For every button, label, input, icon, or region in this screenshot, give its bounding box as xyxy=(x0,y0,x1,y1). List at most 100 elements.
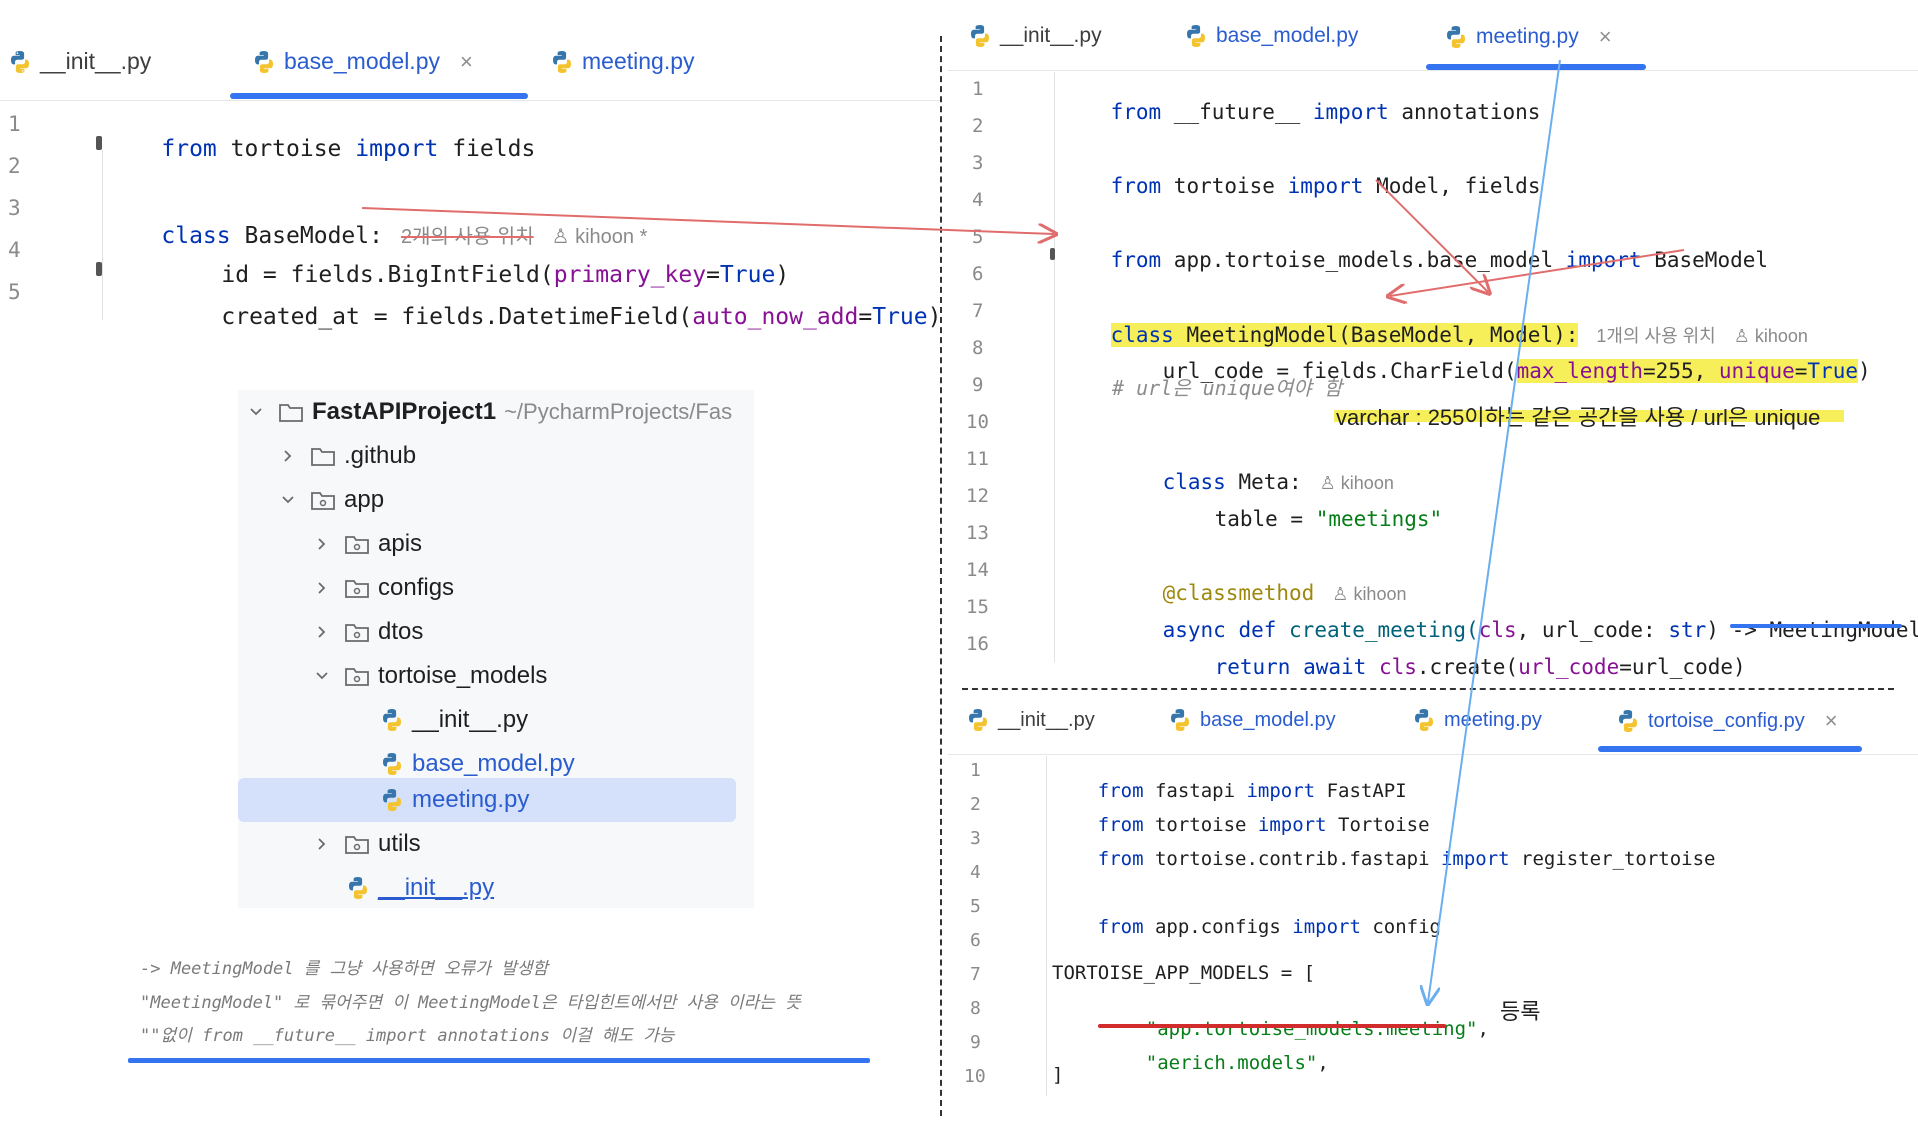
line-number: 6 xyxy=(972,263,984,285)
code-line-9: "aerich.models", xyxy=(1145,1052,1329,1074)
chevron-down-icon xyxy=(282,496,294,504)
code-line-16: return await cls.create(url_code=url_cod… xyxy=(1214,655,1746,679)
line-number: 3 xyxy=(972,152,984,174)
tree-item-github[interactable]: .github xyxy=(280,438,416,474)
code-line-3: from tortoise.contrib.fastapi import reg… xyxy=(1097,848,1716,870)
tree-item-tortoise-models[interactable]: tortoise_models xyxy=(314,658,547,694)
line-number: 5 xyxy=(970,896,981,917)
package-folder-icon xyxy=(345,624,369,642)
code-line-5: from app.tortoise_models.base_model impo… xyxy=(1110,248,1769,272)
right-bottom-tabbar: __init__.py base_model.py meeting.py tor… xyxy=(948,696,1918,755)
vertical-divider xyxy=(940,36,942,1116)
python-file-icon xyxy=(1171,709,1189,731)
tree-item-utils[interactable]: utils xyxy=(314,826,421,862)
tree-item-configs[interactable]: configs xyxy=(314,570,454,606)
active-tab-indicator xyxy=(1426,64,1646,70)
python-file-icon xyxy=(1187,25,1205,47)
line-number: 13 xyxy=(966,522,989,544)
indent-guide xyxy=(1054,72,1055,662)
python-file-icon xyxy=(383,753,401,775)
python-file-icon xyxy=(349,877,367,899)
line-number: 5 xyxy=(972,226,984,248)
line-number: 16 xyxy=(966,633,989,655)
package-folder-icon xyxy=(345,536,369,554)
return-type-underline xyxy=(1730,624,1902,628)
right-bottom-editor: __init__.py base_model.py meeting.py tor… xyxy=(948,696,1918,1126)
tab-label: __init__.py xyxy=(40,48,152,74)
close-icon[interactable]: × xyxy=(460,49,473,75)
line-number: 4 xyxy=(972,189,984,211)
tab-init[interactable]: __init__.py xyxy=(966,708,1095,732)
python-file-icon xyxy=(1447,26,1465,48)
code-line-1: from tortoise import fields xyxy=(161,136,536,162)
right-top-tabbar: __init__.py base_model.py meeting.py × xyxy=(948,0,1918,71)
note-underline xyxy=(128,1058,870,1063)
tab-base-model[interactable]: base_model.py xyxy=(1168,708,1336,732)
package-folder-icon xyxy=(345,668,369,686)
tree-item-app[interactable]: app xyxy=(280,482,384,518)
folder-icon xyxy=(311,448,335,466)
tab-meeting[interactable]: meeting.py × xyxy=(1444,24,1612,50)
line-number: 15 xyxy=(966,596,989,618)
left-editor: __init__.py base_model.py × meeting.py 1… xyxy=(0,0,940,330)
line-number: 8 xyxy=(972,337,984,359)
python-file-icon xyxy=(255,50,273,73)
tree-item-meeting-file[interactable]: meeting.py xyxy=(380,782,529,818)
tab-meeting[interactable]: meeting.py xyxy=(550,48,695,75)
line-number: 7 xyxy=(972,300,984,322)
code-line-3: from tortoise import Model, fields xyxy=(1110,174,1541,198)
tree-item-base-model-file[interactable]: base_model.py xyxy=(380,746,575,782)
fold-marker[interactable] xyxy=(96,136,102,150)
code-line-1: from __future__ import annotations xyxy=(1110,100,1541,124)
active-tab-indicator xyxy=(230,93,528,99)
code-line-7: TORTOISE_APP_MODELS = [ xyxy=(1052,962,1316,984)
chevron-right-icon xyxy=(318,626,326,638)
line-number: 6 xyxy=(970,930,981,951)
line-number: 7 xyxy=(970,964,981,985)
code-line-9: # url은 unique여야 함 xyxy=(1112,376,1343,400)
chevron-right-icon xyxy=(318,838,326,850)
tree-item-init-file[interactable]: __init__.py xyxy=(380,702,528,738)
line-number: 4 xyxy=(970,862,981,883)
fold-marker[interactable] xyxy=(1050,248,1055,260)
tab-meeting[interactable]: meeting.py xyxy=(1412,708,1542,732)
line-number: 2 xyxy=(970,794,981,815)
annotation-register: 등록 xyxy=(1500,999,1541,1024)
left-tabbar: __init__.py base_model.py × meeting.py xyxy=(0,0,940,101)
python-file-icon xyxy=(1619,710,1637,732)
chevron-right-icon xyxy=(318,538,326,550)
close-icon[interactable]: × xyxy=(1825,708,1838,734)
chevron-down-icon xyxy=(316,672,328,680)
package-folder-icon xyxy=(345,580,369,598)
tab-base-model[interactable]: base_model.py xyxy=(1184,24,1358,48)
tab-base-model[interactable]: base_model.py × xyxy=(252,48,473,75)
tab-tortoise-config[interactable]: tortoise_config.py × xyxy=(1616,708,1838,734)
tab-init[interactable]: __init__.py xyxy=(8,48,151,75)
line-number: 3 xyxy=(8,196,21,220)
line-number: 1 xyxy=(8,112,21,136)
python-file-icon xyxy=(1415,709,1433,731)
line-number: 2 xyxy=(8,154,21,178)
annotation-varchar: varchar : 255이하는 같은 공간을 사용 / url은 unique xyxy=(1336,405,1821,430)
tab-init[interactable]: __init__.py xyxy=(968,24,1102,48)
tree-item-apis[interactable]: apis xyxy=(314,526,422,562)
python-file-icon xyxy=(553,50,571,73)
line-number: 10 xyxy=(964,1066,986,1087)
line-number: 14 xyxy=(966,559,989,581)
line-number: 12 xyxy=(966,485,989,507)
line-number: 9 xyxy=(970,1032,981,1053)
line-number: 9 xyxy=(972,374,984,396)
tree-item-app-init-file[interactable]: __init__.py xyxy=(346,870,494,906)
package-folder-icon xyxy=(345,836,369,854)
chevron-right-icon xyxy=(284,450,292,462)
tree-root[interactable]: FastAPIProject1 ~/PycharmProjects/Fas xyxy=(248,394,732,430)
folder-icon xyxy=(279,404,303,422)
code-line-12: table = "meetings" xyxy=(1214,507,1443,531)
right-top-editor: __init__.py base_model.py meeting.py × 1… xyxy=(948,0,1918,680)
chevron-down-icon xyxy=(250,408,262,416)
close-icon[interactable]: × xyxy=(1599,24,1612,50)
python-file-icon xyxy=(383,709,401,731)
tree-item-dtos[interactable]: dtos xyxy=(314,614,423,650)
line-number: 10 xyxy=(966,411,989,433)
package-folder-icon xyxy=(311,492,335,510)
